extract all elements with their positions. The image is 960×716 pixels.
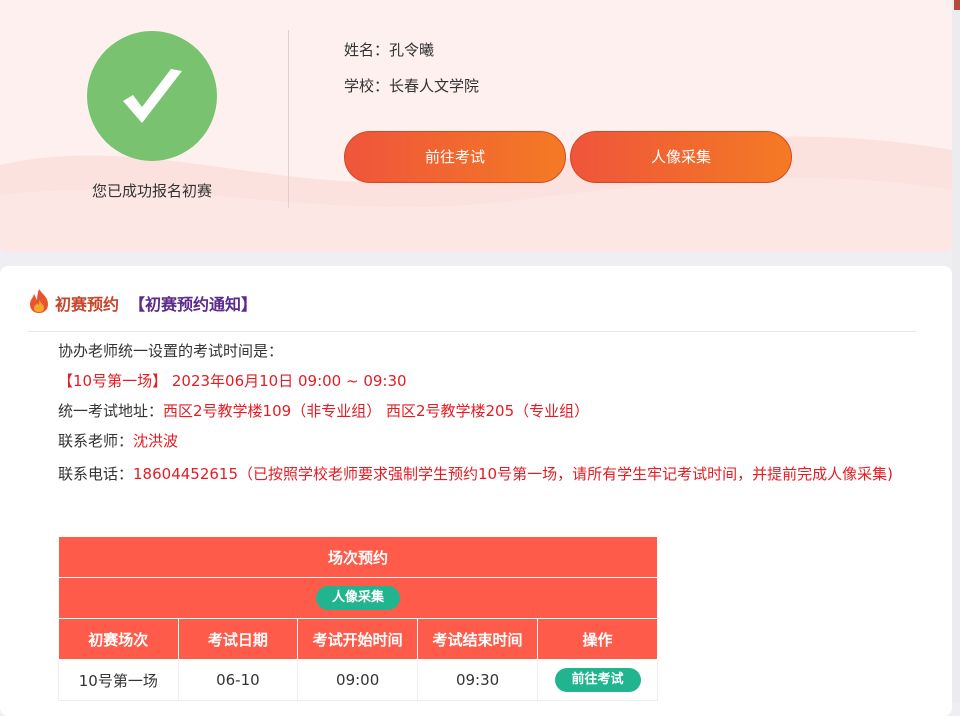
student-school: 学校：长春人文学院: [344, 75, 479, 96]
preliminary-booking-card: 初赛预约 【初赛预约通知】 协办老师统一设置的考试时间是： 【10号第一场】 2…: [0, 266, 952, 716]
registration-status-card: 您已成功报名初赛 姓名：孔令曦 学校：长春人文学院 前往考试 人像采集: [0, 0, 952, 252]
phone-value: 18604452615（已按照学校老师要求强制学生预约10号第一场，请所有学生牢…: [133, 465, 893, 483]
address-label: 统一考试地址：: [58, 402, 164, 420]
flame-icon: [30, 289, 48, 313]
success-check-icon: [87, 31, 217, 161]
address-value: 西区2号教学楼109（非专业组） 西区2号教学楼205（专业组）: [163, 402, 590, 420]
header-date: 考试日期: [177, 618, 299, 660]
cell-date: 06-10: [177, 659, 299, 701]
teacher-label: 联系老师：: [58, 432, 134, 450]
go-to-exam-button[interactable]: 前往考试: [344, 131, 566, 183]
cell-session: 10号第一场: [58, 659, 179, 701]
page-scrollbar[interactable]: [952, 0, 960, 703]
contact-teacher: 联系老师：沈洪波: [58, 430, 178, 451]
session-time: 2023年06月10日 09:00 ~ 09:30: [171, 372, 407, 390]
booking-notice-link[interactable]: 【初赛预约通知】: [129, 291, 257, 315]
row-go-to-exam-button[interactable]: 前往考试: [554, 668, 641, 692]
table-row: 10号第一场 06-10 09:00 09:30 前往考试: [58, 659, 658, 701]
school-value: 长春人文学院: [389, 77, 480, 95]
exam-session-time: 【10号第一场】 2023年06月10日 09:00 ~ 09:30: [58, 370, 407, 391]
table-title: 场次预约: [58, 536, 658, 578]
header-end-time: 考试结束时间: [417, 618, 539, 660]
section-title: 初赛预约: [55, 295, 120, 314]
session-tag: 【10号第一场】: [58, 372, 168, 390]
name-value: 孔令曦: [389, 41, 435, 59]
success-message: 您已成功报名初赛: [91, 182, 212, 200]
exam-address: 统一考试地址：西区2号教学楼109（非专业组） 西区2号教学楼205（专业组）: [58, 400, 589, 421]
phone-label: 联系电话：: [58, 465, 134, 483]
cell-action: 前往考试: [537, 659, 658, 701]
name-label: 姓名：: [344, 41, 390, 59]
cell-start: 09:00: [297, 659, 419, 701]
exam-time-intro: 协办老师统一设置的考试时间是：: [58, 342, 284, 360]
scrollbar-thumb[interactable]: [954, 0, 960, 10]
header-start-time: 考试开始时间: [297, 618, 419, 660]
header-session: 初赛场次: [58, 618, 179, 660]
vertical-divider: [288, 30, 289, 208]
school-label: 学校：: [344, 77, 390, 95]
table-portrait-capture-button[interactable]: 人像采集: [315, 586, 400, 610]
header-action: 操作: [537, 618, 658, 660]
table-photo-row: 人像采集: [58, 577, 658, 619]
session-booking-table: 场次预约 人像采集 初赛场次 考试日期 考试开始时间 考试结束时间 操作 10号…: [58, 536, 658, 701]
teacher-value: 沈洪波: [133, 432, 179, 450]
portrait-capture-button[interactable]: 人像采集: [570, 131, 792, 183]
student-name: 姓名：孔令曦: [344, 39, 434, 60]
contact-phone: 联系电话：18604452615（已按照学校老师要求强制学生预约10号第一场，请…: [58, 460, 918, 489]
cell-end: 09:30: [417, 659, 539, 701]
section-divider: [28, 331, 916, 332]
